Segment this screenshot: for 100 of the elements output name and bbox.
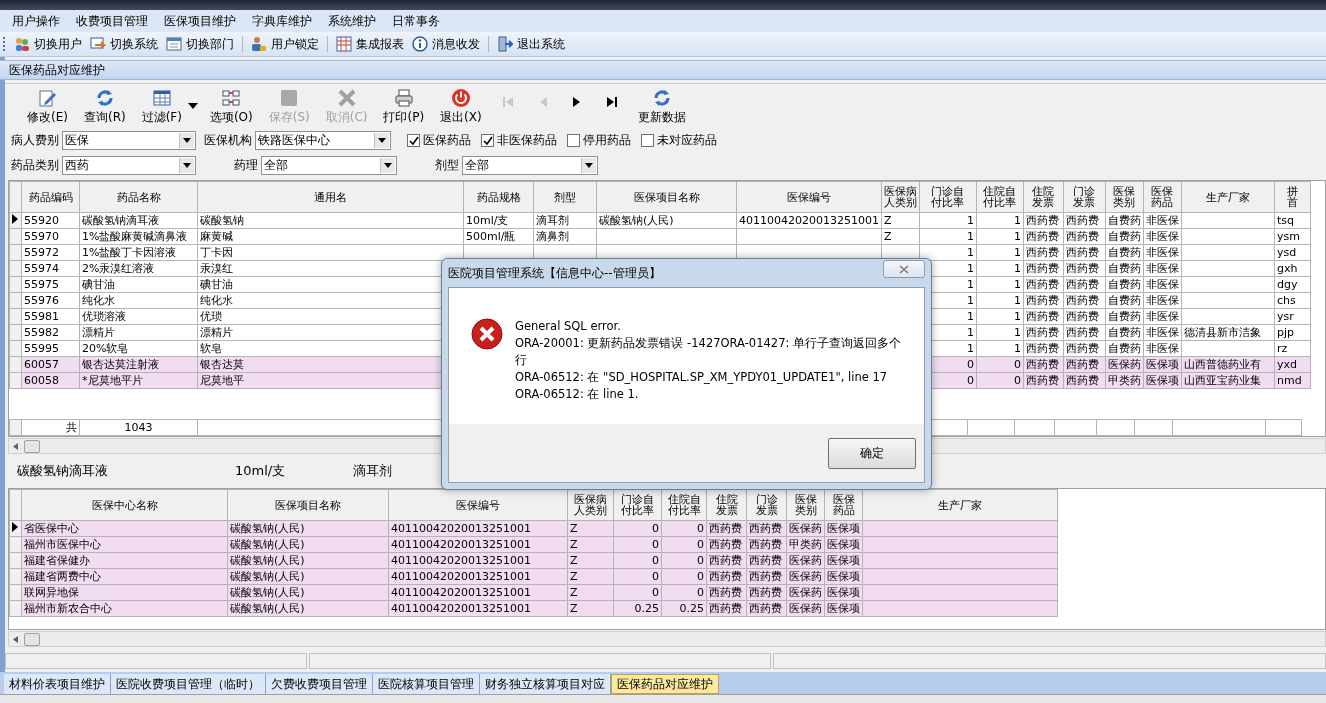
- table-cell: 55981: [21, 308, 80, 325]
- table-cell: 1: [976, 212, 1024, 229]
- table-cell: 西药费: [1063, 324, 1106, 341]
- table-cell: 55920: [21, 212, 80, 229]
- drug-form: 滴耳剂: [353, 462, 392, 480]
- table-cell: 1: [976, 308, 1024, 325]
- field-label: 药理: [234, 157, 258, 174]
- table-cell: ysd: [1274, 244, 1311, 261]
- table-cell: 自费药: [1105, 292, 1144, 309]
- table-cell: 纯化水: [79, 292, 198, 309]
- table-cell: 西药费: [1023, 228, 1064, 245]
- table-cell: 自费药: [1105, 324, 1144, 341]
- table-cell: gxh: [1274, 260, 1311, 277]
- table-cell: pjp: [1274, 324, 1311, 341]
- table-cell: 1%盐酸麻黄碱滴鼻液: [79, 228, 198, 245]
- table-cell: 非医保: [1143, 276, 1182, 293]
- table-cell: 1: [976, 228, 1024, 245]
- field-label: 医保机构: [204, 132, 252, 149]
- table-cell: 55972: [21, 244, 80, 261]
- summary-count: 1043: [79, 419, 198, 436]
- table-cell: 1: [976, 324, 1024, 341]
- table-cell: 1: [976, 292, 1024, 309]
- table-cell: 1: [919, 212, 977, 229]
- drug-spec: 10ml/支: [235, 462, 287, 480]
- table-cell: 非医保: [1143, 260, 1182, 277]
- table-cell: 滴鼻剂: [533, 228, 597, 245]
- table-cell: 自费药: [1105, 228, 1144, 245]
- table-cell: 西药费: [1023, 244, 1064, 261]
- error-message-line: ORA-20001: 更新药品发票错误 -1427ORA-01427: 单行子查询返回多个行: [515, 335, 901, 369]
- table-cell: 西药费: [1063, 308, 1106, 325]
- summary-label: 共: [21, 419, 80, 436]
- table-cell: 2%汞溴红溶液: [79, 260, 198, 277]
- table-cell: 1: [976, 276, 1024, 293]
- table-cell: 非医保: [1143, 212, 1182, 229]
- table-cell: 碳酸氢钠(人民): [596, 212, 737, 229]
- table-cell: 55982: [21, 324, 80, 341]
- table-cell: 麻黄碱: [197, 228, 464, 245]
- table-cell: 西药费: [1063, 292, 1106, 309]
- error-message-line: ORA-06512: 在 line 1.: [515, 386, 640, 403]
- table-cell: 500ml/瓶: [463, 228, 534, 245]
- table-cell: 1: [976, 260, 1024, 277]
- table-cell: 碳酸氢钠: [197, 212, 464, 229]
- table-cell: 自费药: [1105, 244, 1144, 261]
- table-cell: 55974: [21, 260, 80, 277]
- table-cell: 自费药: [1105, 308, 1144, 325]
- table-cell: 1: [976, 340, 1024, 357]
- error-message-line: General SQL error.: [515, 318, 622, 335]
- table-cell: 西药费: [1023, 212, 1064, 229]
- table-cell: 西药费: [1063, 276, 1106, 293]
- table-cell: 55995: [21, 340, 80, 357]
- table-cell: 德清县新市洁象: [1181, 324, 1275, 341]
- table-cell: 西药费: [1023, 340, 1064, 357]
- table-cell: rz: [1274, 340, 1311, 357]
- table-cell: 西药费: [1063, 212, 1106, 229]
- table-cell: 西药费: [1023, 292, 1064, 309]
- table-cell: 1%盐酸丁卡因溶液: [79, 244, 198, 261]
- table-cell: 1: [976, 244, 1024, 261]
- table-cell: 西药费: [1023, 276, 1064, 293]
- table-cell: 西药费: [1023, 260, 1064, 277]
- field-label: 药品类别: [11, 157, 59, 174]
- table-cell: 西药费: [1023, 324, 1064, 341]
- table-cell: 滴耳剂: [533, 212, 597, 229]
- table-cell: ysr: [1274, 308, 1311, 325]
- table-cell: chs: [1274, 292, 1311, 309]
- table-cell: 55975: [21, 276, 80, 293]
- table-cell: 西药费: [1063, 260, 1106, 277]
- table-cell: 西药费: [1063, 340, 1106, 357]
- table-cell: 西药费: [1063, 244, 1106, 261]
- table-cell: ysm: [1274, 228, 1311, 245]
- table-cell: Z: [881, 228, 920, 245]
- table-cell: 55970: [21, 228, 80, 245]
- table-cell: 1: [919, 228, 977, 245]
- table-cell: 西药费: [1023, 308, 1064, 325]
- field-label: 病人费别: [11, 132, 59, 149]
- table-cell: dgy: [1274, 276, 1311, 293]
- table-cell: 碳酸氢钠滴耳液: [79, 212, 198, 229]
- table-cell: 碘甘油: [79, 276, 198, 293]
- table-cell: 自费药: [1105, 212, 1144, 229]
- table-cell: 自费药: [1105, 340, 1144, 357]
- table-cell: 自费药: [1105, 276, 1144, 293]
- table-cell: Z: [881, 212, 920, 229]
- table-cell: 10ml/支: [463, 212, 534, 229]
- table-cell: 非医保: [1143, 228, 1182, 245]
- table-cell: 非医保: [1143, 308, 1182, 325]
- table-cell: 非医保: [1143, 244, 1182, 261]
- drug-name: 碳酸氢钠滴耳液: [17, 462, 109, 480]
- table-cell: 非医保: [1143, 292, 1182, 309]
- table-cell: 优琐溶液: [79, 308, 198, 325]
- table-cell: 西药费: [1063, 228, 1106, 245]
- panel-title: 医保药品对应维护: [0, 60, 1326, 80]
- table-cell: 非医保: [1143, 340, 1182, 357]
- table-cell: 非医保: [1143, 324, 1182, 341]
- table-cell: 漂精片: [79, 324, 198, 341]
- table-cell: tsq: [1274, 212, 1311, 229]
- field-label: 剂型: [435, 157, 459, 174]
- table-cell: 55976: [21, 292, 80, 309]
- table-cell: 20%软皂: [79, 340, 198, 357]
- error-message-line: ORA-06512: 在 "SD_HOSPITAL.SP_XM_YPDY01_UPDATE1", line 17: [515, 369, 889, 386]
- table-cell: 40110042020013251001: [736, 212, 882, 229]
- table-cell: 自费药: [1105, 260, 1144, 277]
